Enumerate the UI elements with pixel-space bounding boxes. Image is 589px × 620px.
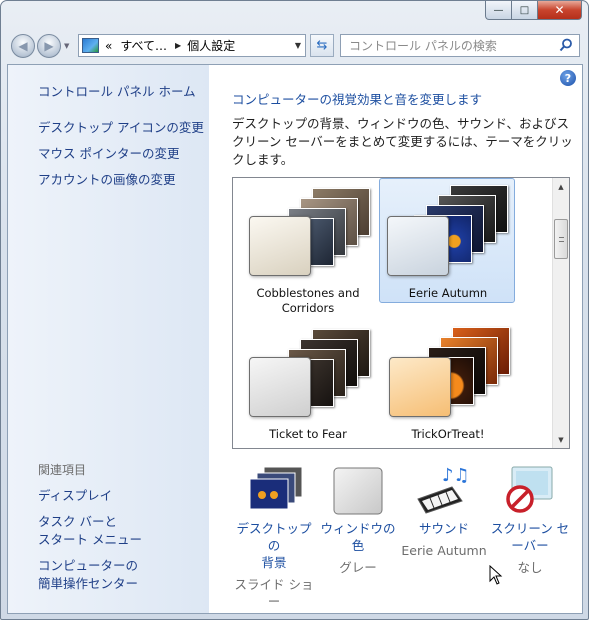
recent-pages-dropdown[interactable]: ▼ [64,42,69,50]
scrollbar-thumb[interactable] [554,219,568,259]
svg-text:♪♫: ♪♫ [442,465,470,486]
page-title: コンピューターの視覚効果と音を変更します [232,92,483,107]
address-dropdown-icon[interactable]: ▼ [295,41,301,50]
minimize-button[interactable]: — [485,1,512,20]
theme-cobblestones[interactable]: Cobblestones and Corridors [239,181,375,315]
address-bar[interactable]: « すべて… ▶ 個人設定 ▼ [78,34,306,57]
breadcrumb-personalization[interactable]: 個人設定 [187,37,235,54]
refresh-icon: ⇆ [316,38,328,53]
setting-value: スライド ショ [234,577,314,592]
sidebar-change-desktop-icons[interactable]: デスクトップ アイコンの変更 [38,119,204,137]
setting-label: サウンド [418,521,469,536]
theme-name: TrickOrTreat! [411,427,485,441]
content-area: コントロール パネル ホーム デスクトップ アイコンの変更 マウス ポインターの… [7,64,583,614]
setting-value: ー [267,594,281,609]
sidebar-control-panel-home[interactable]: コントロール パネル ホーム [38,83,196,101]
breadcrumb-separator-icon[interactable]: ▶ [175,41,181,50]
theme-name: Ticket to Fear [269,427,347,441]
screensaver-setting[interactable]: スクリーン セ ーバー なし [488,465,572,576]
control-panel-icon [82,38,99,53]
related-line: タスク バーと [38,514,117,529]
sidebar-change-mouse-pointers[interactable]: マウス ポインターの変更 [38,145,179,163]
desktop-background-icon [249,466,303,510]
forward-button[interactable]: ▶ [37,34,61,58]
sidebar: コントロール パネル ホーム デスクトップ アイコンの変更 マウス ポインターの… [8,65,209,613]
theme-ticket-to-fear[interactable]: Ticket to Fear [239,320,375,446]
theme-eerie-autumn[interactable]: Eerie Autumn [379,178,515,303]
setting-label: スクリーン セ [490,521,570,536]
refresh-button[interactable]: ⇆ [310,34,334,57]
scroll-up-arrow-icon[interactable]: ▲ [553,178,569,195]
maximize-button[interactable]: □ [512,1,538,20]
related-line: コンピューターの [38,558,139,573]
theme-color-swatch [249,216,311,276]
theme-list[interactable]: Cobblestones and Corridors Eerie Autumn … [232,177,570,449]
back-arrow-icon: ◀ [18,39,28,53]
desktop-background-setting[interactable]: デスクトップの 背景 スライド ショ ー [232,465,316,610]
theme-name: Cobblestones and [256,286,360,300]
search-placeholder: コントロール パネルの検索 [349,39,497,53]
theme-trick-or-treat[interactable]: TrickOrTreat! [379,320,515,446]
page-description: デスクトップの背景、ウィンドウの色、サウンド、およびスクリーン セーバーをまとめ… [232,116,573,167]
sidebar-item-taskbar[interactable]: タスク バーと スタート メニュー [38,513,142,549]
theme-color-swatch [249,357,311,417]
mouse-cursor-icon [489,565,503,585]
setting-value: Eerie Autumn [401,543,487,558]
sound-setting[interactable]: ♪♫ サウンド Eerie Autumn [400,465,488,559]
related-line: 簡単操作センター [38,576,139,591]
window-color-icon [333,467,383,515]
personalization-window: — □ ✕ ◀ ▶ ▼ « すべて… ▶ 個人設定 ▼ ⇆ コントロール パネル… [0,0,589,620]
setting-label: ウィンドウの色 [320,521,396,553]
related-line: スタート メニュー [38,532,142,547]
theme-name: Eerie Autumn [408,286,488,300]
window-controls: — □ ✕ [485,1,582,20]
scroll-down-arrow-icon[interactable]: ▼ [553,431,569,448]
sound-icon: ♪♫ [417,465,470,514]
search-input[interactable]: コントロール パネルの検索 [340,34,580,57]
navigation-bar: ◀ ▶ ▼ « すべて… ▶ 個人設定 ▼ ⇆ コントロール パネルの検索 [7,29,582,61]
theme-list-scrollbar[interactable]: ▲ ▼ [552,178,569,448]
forward-arrow-icon: ▶ [44,39,54,53]
setting-value: グレー [339,560,377,575]
setting-label: 背景 [261,555,287,570]
sidebar-item-display[interactable]: ディスプレイ [38,487,112,505]
breadcrumb-overflow[interactable]: « [105,39,112,53]
related-heading: 関連項目 [38,463,87,477]
related-line: ディスプレイ [38,488,113,503]
screensaver-icon [506,466,553,513]
breadcrumb-all-items[interactable]: すべて… [120,37,167,54]
theme-color-swatch [389,357,451,417]
window-color-setting[interactable]: ウィンドウの色 グレー [316,465,400,576]
close-button[interactable]: ✕ [538,1,582,20]
help-icon[interactable]: ? [560,70,576,86]
setting-label: ーバー [511,538,549,553]
back-button[interactable]: ◀ [11,34,35,58]
theme-color-swatch [387,216,449,276]
scrollbar-grip [559,237,564,242]
search-icon[interactable] [559,38,573,52]
setting-label: デスクトップの [236,521,312,553]
sidebar-change-account-picture[interactable]: アカウントの画像の変更 [38,171,176,189]
sidebar-item-ease-of-access[interactable]: コンピューターの 簡単操作センター [38,557,138,593]
theme-name: Corridors [281,301,335,315]
